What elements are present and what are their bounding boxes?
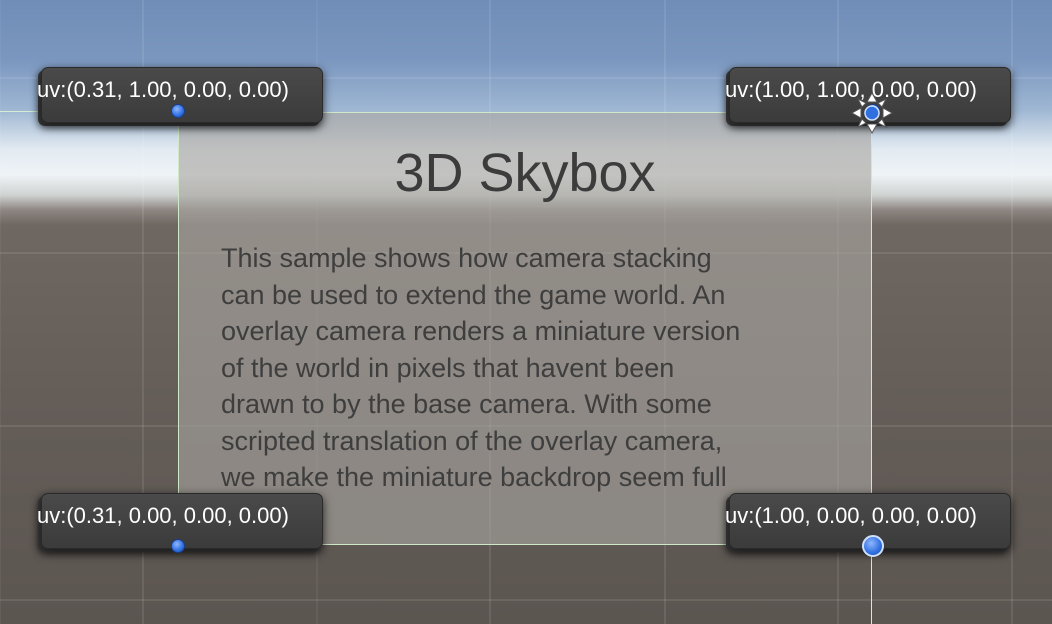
uv-label-text: uv:(0.31, 1.00, 0.00, 0.00) xyxy=(37,77,289,102)
rect-corner-handle-icon[interactable] xyxy=(171,104,185,118)
pivot-icon[interactable] xyxy=(850,91,894,135)
rect-corner-handle-icon[interactable] xyxy=(171,539,185,553)
rect-corner-handle-icon[interactable] xyxy=(862,535,884,557)
uv-label-text: uv:(0.31, 0.00, 0.00, 0.00) xyxy=(37,503,289,528)
uv-label-text: uv:(1.00, 0.00, 0.00, 0.00) xyxy=(725,503,977,528)
ui-panel[interactable]: 3D Skybox This sample shows how camera s… xyxy=(178,112,872,545)
panel-title: 3D Skybox xyxy=(394,143,656,203)
panel-body-text: This sample shows how camera stacking ca… xyxy=(221,243,741,492)
